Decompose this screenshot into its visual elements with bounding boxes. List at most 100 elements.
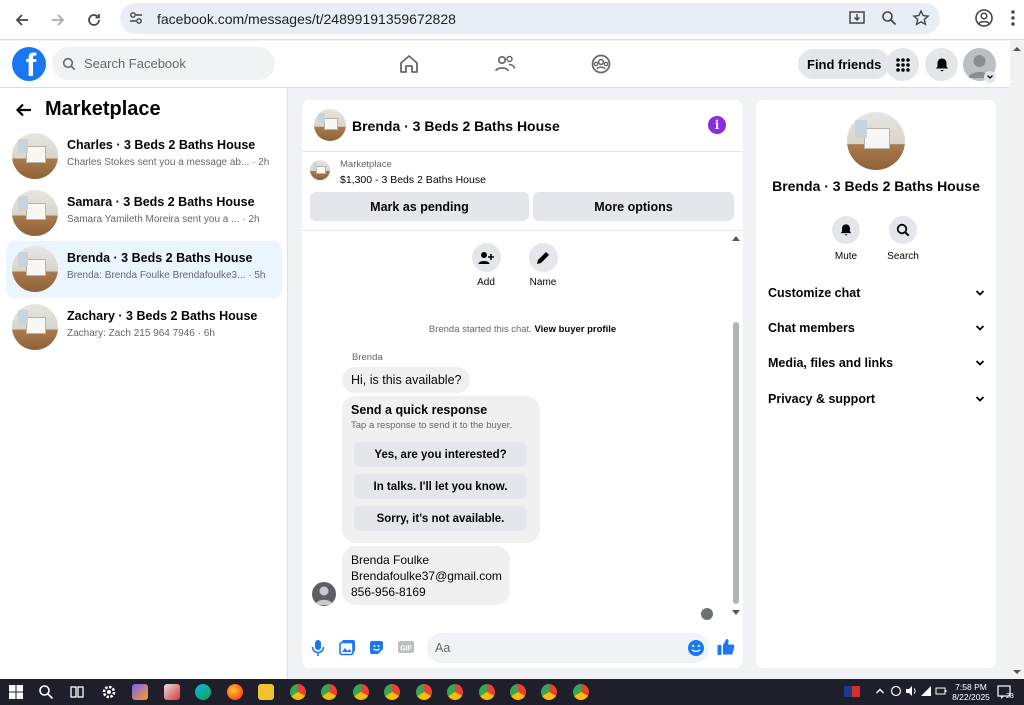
profile-icon[interactable] bbox=[974, 8, 994, 28]
chrome-icon[interactable] bbox=[290, 684, 306, 700]
page-scrollbar[interactable] bbox=[1010, 41, 1024, 679]
edge-browser-icon[interactable] bbox=[195, 684, 211, 700]
taskbar-search-icon[interactable] bbox=[38, 684, 54, 700]
copilot-icon[interactable] bbox=[132, 684, 148, 700]
message-bubble[interactable]: Hi, is this available? bbox=[342, 367, 471, 393]
chevron-down-icon bbox=[974, 322, 986, 334]
address-bar[interactable]: facebook.com/messages/t/2489919135967282… bbox=[120, 3, 940, 34]
wifi-icon[interactable] bbox=[920, 685, 936, 701]
facebook-search[interactable] bbox=[52, 47, 275, 80]
reload-icon[interactable] bbox=[76, 2, 112, 38]
battery-icon[interactable] bbox=[935, 685, 951, 701]
search-in-chat-button[interactable]: Search bbox=[878, 216, 928, 262]
home-icon[interactable] bbox=[398, 53, 420, 75]
customize-chat-section[interactable]: Customize chat bbox=[768, 281, 986, 305]
firefox-icon[interactable] bbox=[227, 684, 243, 700]
chrome-icon[interactable] bbox=[416, 684, 432, 700]
more-options-button[interactable]: More options bbox=[533, 192, 734, 221]
chrome-icon[interactable] bbox=[510, 684, 526, 700]
settings-gear-icon[interactable] bbox=[101, 684, 117, 700]
thread-title: Charles · 3 Beds 2 Baths House bbox=[67, 138, 256, 152]
gif-icon[interactable]: GIF bbox=[397, 639, 415, 655]
clock-date: 8/22/2025 bbox=[952, 692, 990, 702]
privacy-support-section[interactable]: Privacy & support bbox=[768, 387, 986, 411]
contact-email: Brendafoulke37@gmail.com bbox=[351, 569, 502, 583]
thumbs-up-icon[interactable] bbox=[716, 637, 736, 657]
find-friends-button[interactable]: Find friends bbox=[798, 49, 891, 79]
chat-info-panel: Brenda · 3 Beds 2 Baths House Mute Searc… bbox=[756, 100, 996, 668]
search-input[interactable] bbox=[84, 56, 254, 71]
listing-photo[interactable] bbox=[847, 112, 905, 170]
contact-message-bubble[interactable]: Brenda Foulke Brendafoulke37@gmail.com 8… bbox=[342, 546, 510, 605]
volume-icon[interactable] bbox=[905, 685, 921, 701]
message-input-box[interactable] bbox=[427, 633, 709, 663]
zoom-icon[interactable] bbox=[880, 9, 898, 27]
chrome-icon[interactable] bbox=[384, 684, 400, 700]
groups-icon[interactable] bbox=[590, 53, 612, 75]
chat-title[interactable]: Brenda · 3 Beds 2 Baths House bbox=[352, 118, 560, 134]
url-text[interactable]: facebook.com/messages/t/2489919135967282… bbox=[157, 11, 456, 27]
mlb-icon[interactable] bbox=[844, 686, 860, 697]
media-files-links-section[interactable]: Media, files and links bbox=[768, 351, 986, 375]
thread-item-zachary[interactable]: Zachary · 3 Beds 2 Baths House Zachary: … bbox=[6, 299, 282, 356]
back-arrow-icon[interactable] bbox=[14, 100, 34, 120]
quick-reply-button[interactable]: Sorry, it's not available. bbox=[354, 506, 527, 531]
file-explorer-icon[interactable] bbox=[258, 684, 274, 700]
thread-item-charles[interactable]: Charles · 3 Beds 2 Baths House Charles S… bbox=[6, 128, 282, 185]
photo-icon[interactable] bbox=[339, 639, 356, 656]
tray-chevron-up-icon[interactable] bbox=[874, 685, 890, 701]
section-label: Media, files and links bbox=[768, 356, 894, 370]
chat-avatar[interactable] bbox=[314, 109, 346, 141]
section-label: Chat members bbox=[768, 321, 855, 335]
listing-banner[interactable]: Marketplace $1,300 - 3 Beds 2 Baths Hous… bbox=[302, 152, 743, 190]
task-view-icon[interactable] bbox=[69, 684, 85, 700]
marketplace-sidebar: Marketplace Charles · 3 Beds 2 Baths Hou… bbox=[0, 88, 288, 679]
windows-start-icon[interactable] bbox=[8, 684, 24, 700]
chevron-down-icon bbox=[974, 357, 986, 369]
back-arrow-icon[interactable] bbox=[4, 2, 40, 38]
quick-reply-button[interactable]: In talks. I'll let you know. bbox=[354, 474, 527, 499]
sticker-icon[interactable] bbox=[368, 639, 385, 656]
info-icon[interactable]: i bbox=[708, 116, 726, 134]
friends-icon[interactable] bbox=[494, 53, 516, 75]
name-chat-button[interactable]: Name bbox=[513, 243, 573, 288]
sender-avatar[interactable] bbox=[312, 582, 336, 606]
chrome-icon[interactable] bbox=[541, 684, 557, 700]
thread-snippet: Samara Yamileth Moreira sent you a ... ·… bbox=[67, 214, 260, 225]
chat-scrollbar[interactable] bbox=[732, 234, 740, 616]
windows-taskbar: 7:58 PM 8/22/2025 23 bbox=[0, 679, 1024, 705]
chrome-icon[interactable] bbox=[321, 684, 337, 700]
contact-name: Brenda Foulke bbox=[351, 553, 430, 567]
site-info-icon[interactable] bbox=[128, 10, 144, 26]
thread-item-brenda[interactable]: Brenda · 3 Beds 2 Baths House Brenda: Br… bbox=[6, 241, 282, 298]
listing-thumbnail bbox=[310, 160, 330, 180]
browser-menu-icon[interactable] bbox=[1010, 8, 1016, 28]
chrome-icon[interactable] bbox=[447, 684, 463, 700]
read-receipt-avatar bbox=[701, 608, 713, 620]
chat-members-section[interactable]: Chat members bbox=[768, 316, 986, 340]
bookmark-star-icon[interactable] bbox=[912, 9, 930, 27]
forward-arrow-icon[interactable] bbox=[40, 2, 76, 38]
view-buyer-profile-link[interactable]: View buyer profile bbox=[534, 324, 616, 335]
thread-item-samara[interactable]: Samara · 3 Beds 2 Baths House Samara Yam… bbox=[6, 185, 282, 242]
menu-grid-icon[interactable] bbox=[886, 48, 919, 81]
microphone-icon[interactable] bbox=[311, 639, 325, 657]
mute-button[interactable]: Mute bbox=[821, 216, 871, 262]
quick-response-title: Send a quick response bbox=[351, 403, 488, 417]
facebook-logo-icon[interactable]: f bbox=[12, 47, 46, 81]
mark-as-pending-button[interactable]: Mark as pending bbox=[310, 192, 529, 221]
app-icon[interactable] bbox=[164, 684, 180, 700]
notifications-bell-icon[interactable] bbox=[925, 48, 958, 81]
emoji-icon[interactable] bbox=[687, 639, 705, 657]
message-input[interactable] bbox=[435, 641, 665, 655]
add-member-button[interactable]: Add bbox=[456, 243, 516, 288]
account-chevron-icon[interactable] bbox=[984, 71, 996, 83]
chrome-icon[interactable] bbox=[479, 684, 495, 700]
taskbar-clock[interactable]: 7:58 PM 8/22/2025 bbox=[950, 682, 992, 702]
network-icon[interactable] bbox=[890, 685, 906, 701]
install-app-icon[interactable] bbox=[848, 9, 866, 27]
chrome-icon[interactable] bbox=[573, 684, 589, 700]
browser-toolbar: facebook.com/messages/t/2489919135967282… bbox=[0, 0, 1024, 40]
quick-reply-button[interactable]: Yes, are you interested? bbox=[354, 442, 527, 467]
chrome-icon[interactable] bbox=[353, 684, 369, 700]
